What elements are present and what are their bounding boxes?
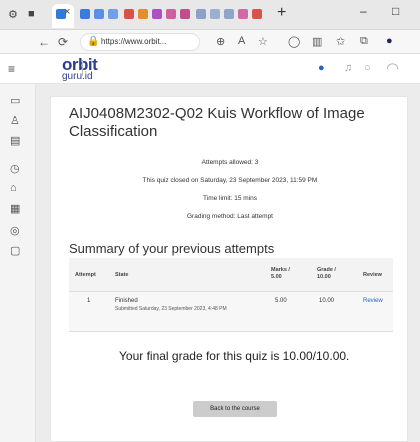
summary-heading: Summary of your previous attempts: [69, 241, 275, 256]
participants-icon[interactable]: ♙: [10, 114, 20, 127]
logo-tagline: [82, 60, 98, 76]
browser-tab-strip: ⚙ ■ × + – □: [0, 0, 420, 30]
address-bar[interactable]: 🔒 https://www.orbit...: [80, 33, 200, 51]
files-icon[interactable]: ▢: [10, 244, 20, 257]
table-header: Attempt State Marks / 5.00 Grade / 10.00…: [69, 258, 393, 292]
tab-favicon[interactable]: [224, 9, 234, 19]
extension-icon[interactable]: ◯: [288, 35, 300, 48]
table-row: 1 Finished Submitted Saturday, 23 Septem…: [69, 292, 393, 332]
tab-favicon[interactable]: [238, 9, 248, 19]
review-link[interactable]: Review: [363, 298, 383, 305]
tab-favicon[interactable]: [94, 9, 104, 19]
calendar-icon[interactable]: ▦: [10, 202, 20, 215]
tab-favicon[interactable]: [196, 9, 206, 19]
tab-close-icon[interactable]: ×: [64, 6, 70, 18]
notification-bell-icon[interactable]: ♫: [344, 62, 352, 74]
tab-favicon[interactable]: [166, 9, 176, 19]
grading-method: Grading method: Last attempt: [187, 213, 273, 220]
attempt-submitted: Submitted Saturday, 23 September 2023, 4…: [115, 306, 227, 312]
tab-favicon[interactable]: [108, 9, 118, 19]
attempt-grade: 10.00: [319, 298, 335, 304]
col-attempt: Attempt: [75, 272, 96, 278]
tab-favicon[interactable]: [180, 9, 190, 19]
col-state: State: [115, 272, 129, 278]
tab-favicon[interactable]: [80, 9, 90, 19]
site-header: ≡ orbit guru.id ● ♫ ○ ◠: [0, 54, 420, 84]
quiz-summary-card: AIJ0408M2302-Q02 Kuis Workflow of Image …: [50, 96, 408, 442]
split-screen-icon[interactable]: ▥: [312, 35, 322, 48]
attempt-state: Finished: [115, 298, 138, 304]
browser-toolbar: ← ⟳ 🔒 https://www.orbit... ⊕ A ☆ ◯ ▥ ✩ ⧉…: [0, 30, 420, 54]
attempt-marks: 5.00: [275, 298, 287, 304]
grades-icon[interactable]: ▤: [10, 134, 20, 147]
badge-icon[interactable]: ◎: [10, 224, 20, 237]
final-grade: Your final grade for this quiz is 10.00/…: [119, 349, 350, 363]
home-icon[interactable]: ⌂: [10, 182, 17, 194]
page-title: AIJ0408M2302-Q02 Kuis Workflow of Image …: [69, 105, 365, 140]
collections-icon[interactable]: ⧉: [360, 35, 368, 48]
favorites-icon[interactable]: ✩: [336, 35, 345, 48]
menu-icon[interactable]: ≡: [8, 62, 15, 76]
back-arrow-icon[interactable]: ←: [38, 35, 50, 49]
favorite-star-icon[interactable]: ☆: [258, 35, 268, 48]
col-marks: Marks / 5.00: [271, 267, 290, 280]
tab-favicon[interactable]: [252, 9, 262, 19]
attempt-number: 1: [87, 298, 91, 304]
tab-actions-icon[interactable]: ■: [28, 8, 40, 20]
browser-profile-icon[interactable]: ⚙: [8, 8, 20, 21]
tab-favicon[interactable]: [152, 9, 162, 19]
time-limit: Time limit: 15 mins: [203, 195, 257, 202]
copilot-icon[interactable]: ●: [386, 35, 393, 47]
reader-mode-icon[interactable]: ⊕: [216, 35, 225, 48]
url-text[interactable]: https://www.orbit...: [101, 37, 166, 46]
maximize-button[interactable]: □: [392, 4, 399, 18]
chat-icon[interactable]: ○: [364, 62, 371, 74]
attempts-allowed: Attempts allowed: 3: [201, 159, 259, 166]
read-aloud-icon[interactable]: A: [238, 35, 245, 47]
user-avatar-icon[interactable]: ◠: [386, 59, 399, 77]
tab-favicon[interactable]: [124, 9, 134, 19]
course-index-icon[interactable]: ▭: [10, 94, 20, 107]
quiz-closed-info: This quiz closed on Saturday, 23 Septemb…: [142, 177, 318, 184]
tab-favicon[interactable]: [210, 9, 220, 19]
back-to-course-button[interactable]: Back to the course: [193, 401, 277, 417]
lock-icon: 🔒: [87, 36, 100, 47]
left-sidebar: ▭ ♙ ▤ ◷ ⌂ ▦ ◎ ▢: [0, 84, 36, 442]
attempts-table: Attempt State Marks / 5.00 Grade / 10.00…: [69, 258, 393, 332]
minimize-button[interactable]: –: [360, 4, 367, 18]
timeline-icon[interactable]: ◷: [10, 162, 20, 175]
col-review: Review: [363, 272, 382, 278]
tab-favicon[interactable]: [138, 9, 148, 19]
language-icon[interactable]: ●: [318, 62, 325, 74]
reload-icon[interactable]: ⟳: [58, 35, 68, 49]
col-grade: Grade / 10.00: [317, 267, 336, 280]
new-tab-button[interactable]: +: [277, 4, 286, 22]
